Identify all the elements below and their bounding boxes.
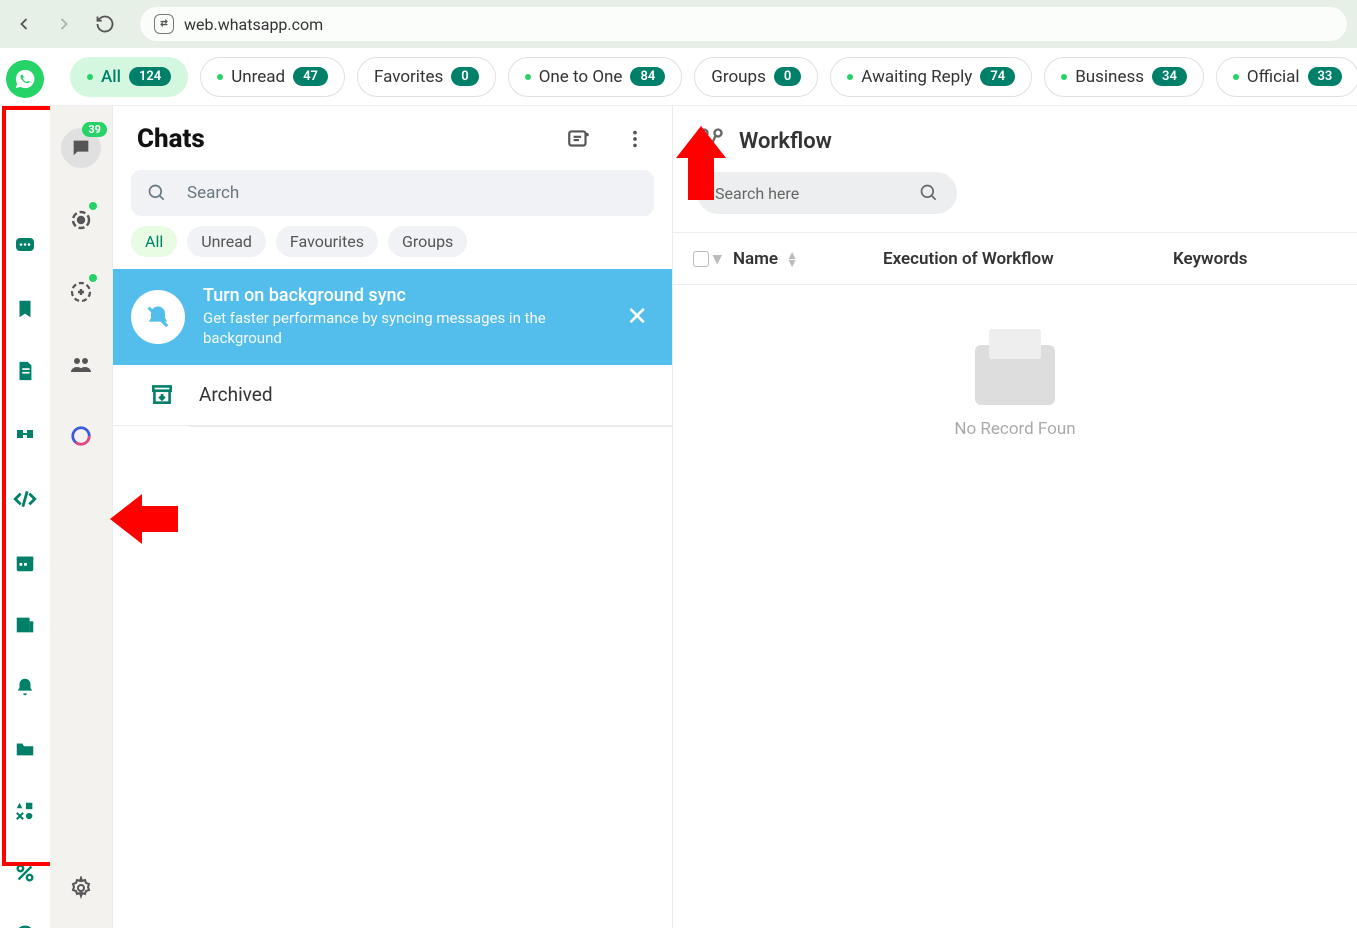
chat-bubble-icon[interactable] (12, 234, 38, 258)
reload-icon[interactable] (90, 9, 120, 39)
folder-icon[interactable] (12, 738, 38, 760)
subfilter-groups[interactable]: Groups (388, 226, 467, 257)
shapes-icon[interactable] (12, 800, 38, 822)
empty-state: No Record Foun (673, 285, 1357, 439)
subfilter-all[interactable]: All (131, 226, 177, 257)
select-all-checkbox[interactable]: ▾ (693, 249, 733, 269)
filter-pill-awaiting[interactable]: Awaiting Reply74 (830, 57, 1032, 97)
search-icon (147, 183, 167, 203)
filter-pill-groups[interactable]: Groups0 (694, 57, 818, 97)
address-bar[interactable]: ⇄ web.whatsapp.com (140, 7, 1347, 41)
browser-toolbar: ⇄ web.whatsapp.com (0, 0, 1357, 48)
back-icon[interactable] (10, 10, 38, 38)
bell-icon[interactable] (12, 676, 38, 698)
percent-icon[interactable] (12, 862, 38, 884)
status-dot-icon (89, 274, 97, 282)
extension-sidebar (0, 106, 50, 928)
close-icon[interactable]: ✕ (620, 302, 654, 332)
chats-header: Chats (113, 106, 672, 166)
sort-icon: ▲▼ (786, 251, 798, 267)
nav-chats-icon[interactable]: 39 (61, 128, 101, 168)
filter-pill-unread[interactable]: Unread47 (200, 57, 345, 97)
col-name[interactable]: Name▲▼ (733, 249, 883, 269)
whatsapp-nav-sidebar: 39 (50, 106, 112, 928)
search-placeholder: Search (187, 183, 239, 203)
chats-column: Chats Search All Unread Favourites Group… (112, 106, 672, 928)
archive-icon (149, 381, 177, 409)
workflow-header: Workflow (673, 106, 1357, 172)
status-dot-icon (89, 202, 97, 210)
calendar-icon[interactable] (12, 552, 38, 574)
filter-pill-all[interactable]: All124 (70, 57, 188, 97)
search-icon (919, 183, 939, 203)
settings-icon[interactable] (61, 868, 101, 908)
nav-communities-icon[interactable] (61, 344, 101, 384)
empty-tray-icon (975, 345, 1055, 405)
nav-status-icon[interactable] (61, 200, 101, 240)
chat-subfilters: All Unread Favourites Groups (113, 226, 672, 269)
subfilter-unread[interactable]: Unread (187, 226, 266, 257)
integration-icon[interactable] (12, 422, 38, 446)
dot-icon (1061, 74, 1067, 80)
workflow-panel: Workflow Search here ▾ Name▲▼ Execution … (672, 106, 1357, 928)
filter-pill-business[interactable]: Business34 (1044, 57, 1204, 97)
filter-pill-onetoone[interactable]: One to One84 (508, 57, 683, 97)
workflow-search-placeholder: Search here (715, 184, 799, 203)
category-filter-bar: All124 Unread47 Favorites0 One to One84 … (0, 48, 1357, 106)
dot-icon (1233, 74, 1239, 80)
subfilter-favourites[interactable]: Favourites (276, 226, 378, 257)
profile-icon[interactable] (12, 924, 38, 928)
col-execution[interactable]: Execution of Workflow (883, 249, 1173, 269)
background-sync-banner: Turn on background sync Get faster perfo… (113, 269, 672, 365)
menu-dots-icon[interactable] (622, 126, 648, 152)
empty-message: No Record Foun (673, 419, 1357, 439)
filter-pill-favorites[interactable]: Favorites0 (357, 57, 496, 97)
chat-search-input[interactable]: Search (131, 170, 654, 216)
archived-row[interactable]: Archived (113, 365, 672, 426)
news-icon[interactable] (12, 614, 38, 636)
sync-body: Get faster performance by syncing messag… (203, 308, 602, 349)
whatsapp-logo-icon (6, 60, 44, 98)
main-area: 39 Chats (0, 106, 1357, 928)
workflow-icon (697, 126, 727, 156)
dot-icon (87, 74, 93, 80)
forward-icon[interactable] (50, 10, 78, 38)
filter-pill-official[interactable]: Official33 (1216, 57, 1357, 97)
table-header-row: ▾ Name▲▼ Execution of Workflow Keywords (673, 233, 1357, 285)
bookmark-icon[interactable] (12, 298, 38, 320)
dot-icon (847, 74, 853, 80)
nav-meta-ai-icon[interactable] (61, 416, 101, 456)
dot-icon (525, 74, 531, 80)
nav-channels-icon[interactable] (61, 272, 101, 312)
nav-badge: 39 (82, 122, 107, 137)
dot-icon (217, 74, 223, 80)
col-keywords[interactable]: Keywords (1173, 249, 1337, 269)
workflow-table: ▾ Name▲▼ Execution of Workflow Keywords … (673, 232, 1357, 439)
archived-label: Archived (199, 383, 273, 406)
chats-title: Chats (137, 124, 205, 154)
new-chat-icon[interactable] (566, 126, 592, 152)
bell-slash-icon (131, 290, 185, 344)
code-icon[interactable] (12, 486, 38, 512)
site-settings-icon[interactable]: ⇄ (154, 14, 174, 34)
workflow-title: Workflow (739, 129, 832, 154)
url-text: web.whatsapp.com (184, 15, 323, 34)
workflow-search-input[interactable]: Search here (697, 172, 957, 214)
sync-title: Turn on background sync (203, 285, 602, 306)
document-icon[interactable] (12, 360, 38, 382)
